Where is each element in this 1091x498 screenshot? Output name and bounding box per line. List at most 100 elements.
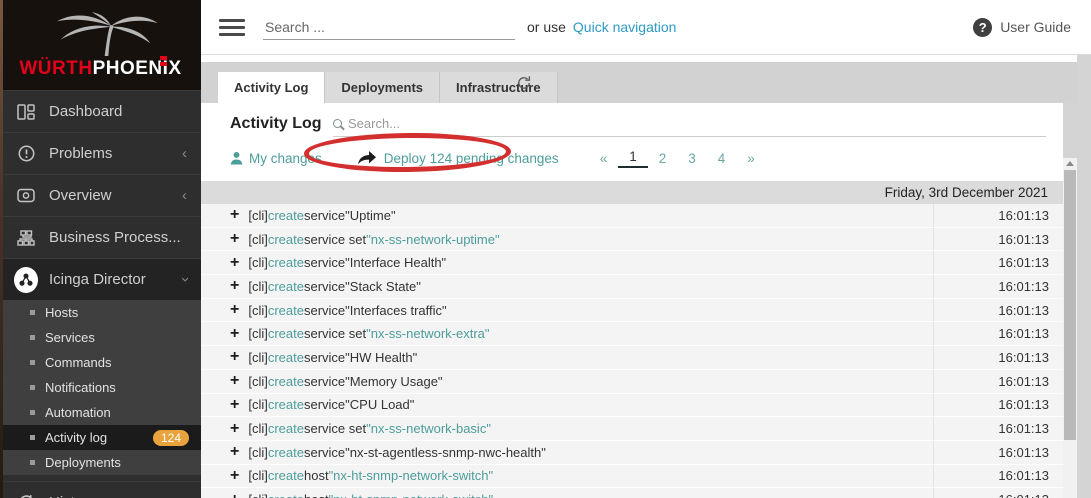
row-action-link[interactable]: create	[268, 445, 304, 460]
row-prefix: [cli]	[248, 232, 268, 247]
row-timestamp: 16:01:13	[933, 228, 1063, 251]
page-link-2[interactable]: 2	[648, 151, 678, 166]
chevron-down-icon: ‹	[176, 277, 193, 282]
scrollbar-thumb[interactable]	[1064, 170, 1076, 440]
tab-infrastructure[interactable]: Infrastructure	[439, 72, 558, 103]
plus-icon: +	[230, 206, 239, 224]
sidebar-item-history[interactable]: History	[0, 481, 201, 498]
page-link-[interactable]: «	[589, 151, 619, 166]
row-object-name: "Interfaces traffic"	[345, 303, 446, 318]
bullet-icon	[30, 335, 35, 340]
row-object-type: service	[304, 374, 345, 389]
page-link-[interactable]: »	[736, 151, 766, 166]
hamburger-icon[interactable]	[219, 19, 245, 36]
sidebar-item-icinga-director[interactable]: Icinga Director ‹	[0, 258, 201, 300]
page-link-1[interactable]: 1	[618, 149, 648, 168]
refresh-icon[interactable]	[516, 75, 532, 96]
activity-search-input[interactable]	[348, 116, 1046, 131]
sidebar-item-notifications[interactable]: Notifications	[0, 375, 201, 400]
business-process-icon	[14, 230, 38, 246]
scrollbar[interactable]	[1063, 158, 1077, 498]
table-row[interactable]: +[cli] create service "Memory Usage"16:0…	[201, 370, 1063, 394]
table-row[interactable]: +[cli] create service set "nx-ss-network…	[201, 417, 1063, 441]
row-prefix: [cli]	[248, 468, 268, 483]
icinga-director-icon	[14, 267, 38, 293]
my-changes-label: My changes	[249, 151, 322, 166]
forward-arrow-icon	[358, 151, 376, 165]
scrollbar-up-arrow[interactable]	[1066, 161, 1074, 166]
page-link-3[interactable]: 3	[677, 151, 707, 166]
global-search-input[interactable]	[263, 15, 515, 40]
user-guide-link[interactable]: User Guide	[1000, 19, 1071, 35]
row-action-link[interactable]: create	[268, 397, 304, 412]
bullet-icon	[30, 460, 35, 465]
my-changes-button[interactable]: My changes	[230, 151, 322, 166]
bullet-icon	[30, 385, 35, 390]
plus-icon: +	[230, 372, 239, 390]
row-prefix: [cli]	[248, 421, 268, 436]
row-prefix: [cli]	[248, 208, 268, 223]
table-row[interactable]: +[cli] create service "Interface Health"…	[201, 251, 1063, 275]
tabs: Activity LogDeploymentsInfrastructure	[218, 72, 558, 103]
row-object-name: "Memory Usage"	[345, 374, 442, 389]
row-action-link[interactable]: create	[268, 350, 304, 365]
quick-navigation-link[interactable]: Quick navigation	[573, 19, 677, 35]
tab-activity-log[interactable]: Activity Log	[218, 72, 324, 103]
table-row[interactable]: +[cli] create service "Interfaces traffi…	[201, 299, 1063, 323]
table-row[interactable]: +[cli] create service "Stack State"16:01…	[201, 275, 1063, 299]
row-action-link[interactable]: create	[268, 468, 304, 483]
row-object-type: host	[304, 492, 329, 498]
sidebar-item-problems[interactable]: Problems‹	[0, 132, 201, 174]
row-prefix: [cli]	[248, 279, 268, 294]
row-action-link[interactable]: create	[268, 492, 304, 498]
row-action-link[interactable]: create	[268, 421, 304, 436]
row-action-link[interactable]: create	[268, 232, 304, 247]
sidebar-item-overview[interactable]: Overview‹	[0, 174, 201, 216]
sidebar-item-label: Problems	[49, 145, 182, 162]
sidebar-item-label: Dashboard	[49, 103, 187, 120]
table-row[interactable]: +[cli] create host "nx-ht-snmp-network-s…	[201, 488, 1063, 498]
sidebar-item-activity-log[interactable]: Activity log124	[0, 425, 201, 450]
table-row[interactable]: +[cli] create service set "nx-ss-network…	[201, 322, 1063, 346]
table-row[interactable]: +[cli] create service "HW Health"16:01:1…	[201, 346, 1063, 370]
row-action-link[interactable]: create	[268, 255, 304, 270]
plus-icon: +	[230, 254, 239, 272]
row-description: +[cli] create service "CPU Load"	[201, 394, 933, 417]
activity-log-panel: Activity Log My changes Deploy 124 pendi…	[201, 103, 1063, 498]
row-action-link[interactable]: create	[268, 208, 304, 223]
sidebar-item-commands[interactable]: Commands	[0, 350, 201, 375]
table-row[interactable]: +[cli] create service set "nx-ss-network…	[201, 228, 1063, 252]
row-description: +[cli] create service "Interface Health"	[201, 251, 933, 274]
plus-icon: +	[230, 230, 239, 248]
date-header: Friday, 3rd December 2021	[201, 181, 1063, 204]
row-timestamp: 16:01:13	[933, 441, 1063, 464]
sidebar-item-services[interactable]: Services	[0, 325, 201, 350]
sidebar-item-dashboard[interactable]: Dashboard	[0, 90, 201, 132]
sidebar-item-automation[interactable]: Automation	[0, 400, 201, 425]
brand-red-text: WÜRTH	[19, 58, 92, 79]
tab-deployments[interactable]: Deployments	[324, 72, 439, 103]
sidebar-item-deployments[interactable]: Deployments	[0, 450, 201, 475]
question-circle-icon[interactable]: ?	[973, 18, 992, 37]
page-link-4[interactable]: 4	[707, 151, 737, 166]
page-title: Activity Log	[230, 115, 322, 133]
row-action-link[interactable]: create	[268, 326, 304, 341]
table-row[interactable]: +[cli] create host "nx-ht-snmp-network-s…	[201, 465, 1063, 489]
sidebar-item-business-process[interactable]: Business Process...	[0, 216, 201, 258]
sidebar-submenu: HostsServicesCommandsNotificationsAutoma…	[0, 300, 201, 475]
sidebar-item-hosts[interactable]: Hosts	[0, 300, 201, 325]
deploy-pending-changes-button[interactable]: Deploy 124 pending changes	[358, 151, 559, 166]
row-action-link[interactable]: create	[268, 279, 304, 294]
brand-wordmark: WÜRTHPHOENIX	[19, 58, 181, 80]
row-description: +[cli] create host "nx-ht-snmp-network-s…	[201, 488, 933, 498]
table-row[interactable]: +[cli] create service "nx-st-agentless-s…	[201, 441, 1063, 465]
row-description: +[cli] create host "nx-ht-snmp-network-s…	[201, 465, 933, 488]
sidebar-item-label: Business Process...	[49, 229, 187, 246]
row-prefix: [cli]	[248, 255, 268, 270]
row-timestamp: 16:01:13	[933, 488, 1063, 498]
row-action-link[interactable]: create	[268, 303, 304, 318]
table-row[interactable]: +[cli] create service "CPU Load"16:01:13	[201, 394, 1063, 418]
table-row[interactable]: +[cli] create service "Uptime"16:01:13	[201, 204, 1063, 228]
row-action-link[interactable]: create	[268, 374, 304, 389]
row-description: +[cli] create service "Stack State"	[201, 275, 933, 298]
